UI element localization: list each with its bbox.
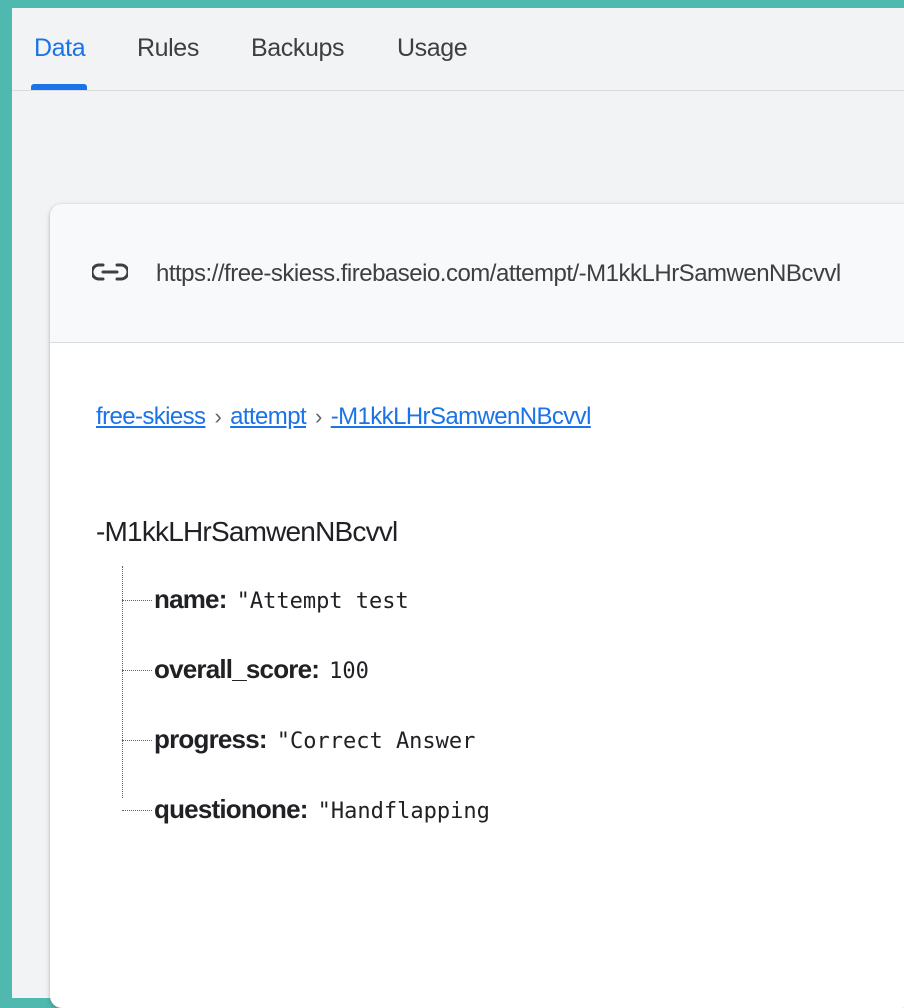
data-viewer-card: https://free-skiess.firebaseio.com/attem…: [50, 204, 904, 1008]
field-value[interactable]: "Handflapping: [318, 799, 490, 824]
active-tab-indicator: [31, 84, 87, 90]
tree-branch: [122, 600, 152, 601]
breadcrumb-root[interactable]: free-skiess: [96, 403, 206, 430]
field-value[interactable]: "Attempt test: [237, 589, 409, 614]
tree-branch: [122, 810, 152, 811]
tab-bar: Data Rules Backups Usage: [12, 8, 904, 91]
tree-branch: [122, 740, 152, 741]
node-key[interactable]: -M1kkLHrSamwenNBcvvl: [96, 516, 398, 548]
field-value[interactable]: 100: [329, 659, 369, 684]
field-key: questionone:: [154, 794, 308, 824]
url-bar: https://free-skiess.firebaseio.com/attem…: [50, 204, 904, 343]
tab-data[interactable]: Data: [34, 34, 86, 63]
field-key: name:: [154, 584, 227, 614]
field-value[interactable]: "Correct Answer: [277, 729, 476, 754]
tab-rules[interactable]: Rules: [137, 34, 199, 63]
field-key: overall_score:: [154, 654, 320, 684]
tab-usage[interactable]: Usage: [397, 34, 468, 63]
link-icon[interactable]: [90, 260, 130, 284]
breadcrumb-attempt[interactable]: attempt: [230, 403, 306, 430]
breadcrumb: free-skiess › attempt › -M1kkLHrSamwenNBcvvl: [96, 403, 591, 431]
breadcrumb-separator: ›: [214, 404, 222, 429]
tab-backups[interactable]: Backups: [251, 34, 344, 63]
tree-branch: [122, 670, 152, 671]
database-url[interactable]: https://free-skiess.firebaseio.com/attem…: [156, 260, 841, 288]
breadcrumb-separator: ›: [315, 404, 322, 429]
field-key: progress:: [154, 724, 268, 754]
database-console: Data Rules Backups Usage https://free-sk…: [12, 8, 904, 1008]
breadcrumb-record[interactable]: -M1kkLHrSamwenNBcvvl: [331, 403, 592, 430]
